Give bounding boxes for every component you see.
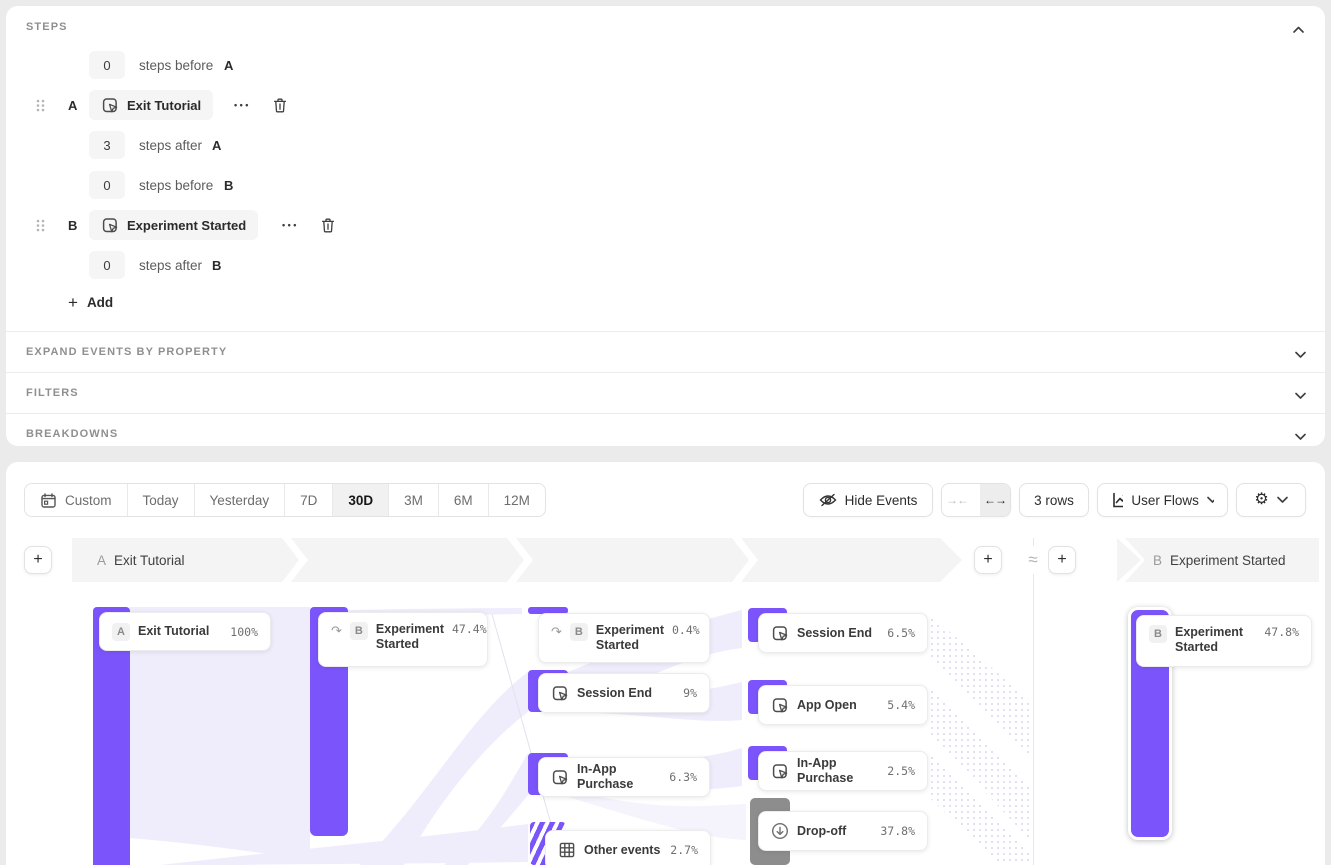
- step-a-letter: A: [68, 98, 77, 113]
- step-a-row: A Exit Tutorial •••: [6, 90, 1325, 120]
- steps-before-b-ref: B: [224, 178, 233, 193]
- chevron-down-icon: [1295, 428, 1311, 442]
- custom-event-icon: [101, 217, 119, 234]
- drop-off-icon: [771, 822, 789, 840]
- user-flows-report: STEPS 0 steps before A A Exit Tutorial •…: [0, 0, 1331, 865]
- step-a-event-button[interactable]: Exit Tutorial: [89, 90, 213, 120]
- steps-before-b-label: steps before: [139, 178, 213, 193]
- plus-icon: +: [68, 294, 78, 311]
- node-card-session-end[interactable]: Session End 9%: [538, 673, 710, 713]
- node-card-in-app-purchase[interactable]: In-App Purchase 6.3%: [538, 757, 710, 797]
- steps-after-a-ref: A: [212, 138, 221, 153]
- steps-after-b-ref: B: [212, 258, 221, 273]
- steps-panel-title: STEPS: [26, 21, 68, 33]
- custom-event-icon: [101, 97, 119, 114]
- step-b-delete-button[interactable]: [320, 217, 336, 239]
- step-a-delete-button[interactable]: [272, 97, 288, 119]
- chevron-down-icon: [1295, 387, 1311, 401]
- steps-before-b-input[interactable]: 0: [89, 171, 125, 199]
- node-card-in-app-purchase[interactable]: In-App Purchase 2.5%: [758, 751, 928, 791]
- node-card-session-end[interactable]: Session End 6.5%: [758, 613, 928, 653]
- steps-before-a-ref: A: [224, 58, 233, 73]
- trash-icon: [272, 97, 288, 114]
- chevron-down-icon: [1295, 346, 1311, 360]
- section-expand-events-by-property[interactable]: EXPAND EVENTS BY PROPERTY: [6, 332, 1325, 372]
- drag-handle-icon[interactable]: [36, 219, 45, 237]
- steps-before-b-row: 0 steps before B: [6, 170, 1325, 200]
- step-b-letter: B: [68, 218, 77, 233]
- steps-before-a-row: 0 steps before A: [6, 50, 1325, 80]
- steps-after-b-label: steps after: [139, 258, 202, 273]
- steps-after-a-input[interactable]: 3: [89, 131, 125, 159]
- custom-event-icon: [771, 625, 789, 642]
- node-card-drop-off[interactable]: Drop-off 37.8%: [758, 811, 928, 851]
- custom-event-icon: [771, 763, 789, 780]
- repeat-arrow-icon: ↷: [331, 622, 342, 640]
- chevron-up-icon: [1293, 26, 1304, 34]
- section-filters[interactable]: FILTERS: [6, 373, 1325, 413]
- section-label: EXPAND EVENTS BY PROPERTY: [26, 346, 227, 358]
- node-card-experiment-started[interactable]: ↷ B Experiment Started 0.4%: [538, 613, 710, 663]
- node-card-experiment-started-selected[interactable]: B Experiment Started 47.8%: [1136, 615, 1312, 667]
- steps-collapse-button[interactable]: [1293, 21, 1309, 35]
- steps-after-b-input[interactable]: 0: [89, 251, 125, 279]
- node-card-other-events[interactable]: Other events 2.7%: [545, 830, 711, 865]
- node-card-app-open[interactable]: App Open 5.4%: [758, 685, 928, 725]
- custom-event-icon: [771, 697, 789, 714]
- grid-icon: [558, 841, 576, 859]
- step-badge: B: [570, 623, 588, 641]
- step-badge: B: [350, 622, 368, 640]
- steps-after-a-label: steps after: [139, 138, 202, 153]
- add-step-button[interactable]: + Add: [68, 294, 113, 311]
- drag-handle-icon[interactable]: [36, 99, 45, 117]
- section-label: BREAKDOWNS: [26, 428, 118, 440]
- steps-before-a-label: steps before: [139, 58, 213, 73]
- flow-chart-panel: Custom Today Yesterday 7D 30D 3M 6M 12M …: [6, 462, 1325, 865]
- step-a-event-name: Exit Tutorial: [127, 98, 201, 113]
- step-b-row: B Experiment Started •••: [6, 210, 1325, 240]
- step-b-more-button[interactable]: •••: [282, 220, 299, 230]
- steps-after-a-row: 3 steps after A: [6, 130, 1325, 160]
- custom-event-icon: [551, 769, 569, 786]
- steps-before-a-input[interactable]: 0: [89, 51, 125, 79]
- node-card-exit-tutorial[interactable]: A Exit Tutorial 100%: [99, 612, 271, 651]
- step-b-event-button[interactable]: Experiment Started: [89, 210, 258, 240]
- step-a-more-button[interactable]: •••: [234, 100, 251, 110]
- custom-event-icon: [551, 685, 569, 702]
- add-step-label: Add: [87, 295, 113, 310]
- section-label: FILTERS: [26, 387, 79, 399]
- repeat-arrow-icon: ↷: [551, 623, 562, 641]
- trash-icon: [320, 217, 336, 234]
- step-badge: B: [1149, 625, 1167, 643]
- step-b-event-name: Experiment Started: [127, 218, 246, 233]
- steps-panel: STEPS 0 steps before A A Exit Tutorial •…: [6, 6, 1325, 446]
- steps-after-b-row: 0 steps after B: [6, 250, 1325, 280]
- section-breakdowns[interactable]: BREAKDOWNS: [6, 414, 1325, 454]
- node-card-experiment-started[interactable]: ↷ B Experiment Started 47.4%: [318, 612, 488, 667]
- step-badge: A: [112, 623, 130, 641]
